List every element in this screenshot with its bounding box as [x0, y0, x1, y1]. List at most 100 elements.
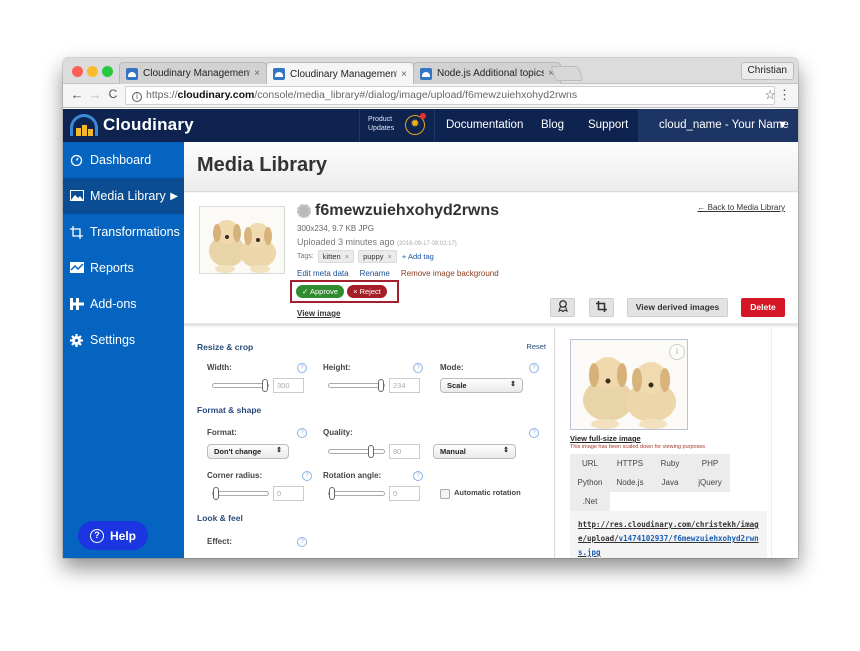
nav-blog[interactable]: Blog	[541, 109, 564, 142]
format-select[interactable]: Don't change ⇕	[207, 444, 289, 459]
help-icon[interactable]: ?	[297, 363, 307, 373]
help-icon[interactable]: ?	[297, 428, 307, 438]
quality-mode-select[interactable]: Manual ⇕	[433, 444, 516, 459]
forward-arrow-icon[interactable]: →	[87, 87, 103, 102]
minimize-window-button[interactable]	[87, 66, 98, 77]
help-icon[interactable]: ?	[413, 471, 423, 481]
asset-public-id: f6mewzuiehxohyd2rwns	[297, 202, 499, 220]
mode-select[interactable]: Scale ⇕	[440, 378, 523, 393]
slider-handle[interactable]	[368, 445, 375, 458]
crop-icon[interactable]	[589, 298, 614, 317]
brand-name: Cloudinary	[103, 115, 194, 134]
rename-link[interactable]: Rename	[360, 269, 390, 278]
height-input[interactable]: 234	[389, 378, 420, 393]
browser-tab[interactable]: Node.js Additional topics | Clo ×	[413, 62, 561, 84]
crop-icon	[70, 226, 84, 239]
help-icon[interactable]: ?	[413, 363, 423, 373]
info-icon[interactable]: i	[132, 92, 142, 102]
award-icon[interactable]	[550, 298, 575, 317]
add-tag-link[interactable]: + Add tag	[402, 252, 434, 261]
nav-documentation[interactable]: Documentation	[446, 109, 523, 142]
preview-image[interactable]: i	[570, 339, 688, 430]
automatic-rotation-checkbox[interactable]	[440, 489, 450, 499]
slider-handle[interactable]	[213, 487, 219, 500]
sidebar-item-media-library[interactable]: Media Library ▶	[63, 178, 184, 214]
sidebar-item-reports[interactable]: Reports	[63, 250, 184, 286]
view-full-size-image-link[interactable]: View full-size image	[570, 434, 641, 443]
cloudinary-logo[interactable]: Cloudinary	[70, 114, 194, 136]
close-window-button[interactable]	[72, 66, 83, 77]
code-tab-java[interactable]: Java	[650, 473, 690, 492]
addons-icon	[70, 298, 84, 310]
delete-button[interactable]: Delete	[741, 298, 785, 317]
code-tab-url[interactable]: URL	[570, 454, 610, 473]
reset-link[interactable]: Reset	[526, 342, 546, 351]
product-updates-button[interactable]: Product Updates ✹	[359, 109, 435, 142]
corner-radius-slider[interactable]	[212, 487, 269, 500]
delivery-url[interactable]: http://res.cloudinary.com/christekh/imag…	[570, 511, 767, 558]
browser-menu-icon[interactable]: ⋮	[778, 87, 791, 103]
reject-button[interactable]: × Reject	[347, 285, 387, 298]
cloudinary-favicon-icon	[126, 67, 138, 80]
help-icon[interactable]: ?	[529, 363, 539, 373]
code-tab-https[interactable]: HTTPS	[610, 454, 650, 473]
asset-thumbnail[interactable]	[199, 206, 285, 274]
height-label: Height:	[323, 363, 351, 372]
automatic-rotation-label[interactable]: Automatic rotation	[454, 488, 521, 497]
zoom-window-button[interactable]	[102, 66, 113, 77]
preview-panel: i View full-size image This image has be…	[556, 328, 798, 558]
help-icon[interactable]: ?	[529, 428, 539, 438]
remove-tag-icon[interactable]: ×	[345, 252, 349, 261]
rotation-input[interactable]: 0	[389, 486, 420, 501]
help-icon[interactable]: ?	[302, 471, 312, 481]
account-menu[interactable]: cloud_name - Your Name ▼	[638, 109, 798, 142]
sidebar-item-dashboard[interactable]: Dashboard	[63, 142, 184, 178]
help-icon[interactable]: ?	[297, 537, 307, 547]
settings-gear-icon[interactable]	[297, 204, 311, 218]
tab-close-icon[interactable]: ×	[254, 68, 260, 79]
browser-tab[interactable]: Cloudinary Management Cons ×	[119, 62, 267, 84]
slider-handle[interactable]	[262, 379, 268, 392]
code-tab-ruby[interactable]: Ruby	[650, 454, 690, 473]
quality-slider[interactable]	[328, 445, 385, 458]
remove-tag-icon[interactable]: ×	[388, 252, 392, 261]
code-tab-jquery[interactable]: jQuery	[690, 473, 730, 492]
back-arrow-icon[interactable]: ←	[69, 87, 85, 102]
app-header: Cloudinary Product Updates ✹ Documentati…	[63, 109, 798, 142]
info-badge-icon[interactable]: i	[669, 344, 685, 360]
slider-handle[interactable]	[329, 487, 335, 500]
view-derived-images-button[interactable]: View derived images	[627, 298, 728, 317]
width-slider[interactable]	[212, 379, 269, 392]
back-to-media-library-link[interactable]: ← Back to Media Library	[697, 203, 785, 212]
code-tab-dotnet[interactable]: .Net	[570, 492, 610, 511]
corner-radius-input[interactable]: 0	[273, 486, 304, 501]
asset-upload-time: Uploaded 3 minutes ago (2016-09-17 09:02…	[297, 237, 457, 247]
address-bar[interactable]: i https://cloudinary.com/console/media_li…	[125, 86, 775, 105]
browser-tab-active[interactable]: Cloudinary Management Cons ×	[266, 62, 414, 85]
profile-button[interactable]: Christian	[740, 62, 794, 80]
remove-background-link[interactable]: Remove image background	[401, 269, 499, 278]
caret-down-icon: ▼	[777, 119, 788, 131]
code-tab-php[interactable]: PHP	[690, 454, 730, 473]
height-slider[interactable]	[328, 379, 385, 392]
help-button[interactable]: ? Help	[78, 521, 148, 550]
code-tab-nodejs[interactable]: Node.js	[610, 473, 650, 492]
width-input[interactable]: 300	[273, 378, 304, 393]
quality-input[interactable]: 80	[389, 444, 420, 459]
sidebar-item-settings[interactable]: Settings	[63, 322, 184, 358]
bookmark-star-icon[interactable]: ☆	[764, 87, 776, 103]
view-image-link[interactable]: View image	[297, 309, 340, 318]
rotation-slider[interactable]	[328, 487, 385, 500]
reload-icon[interactable]: C	[105, 87, 121, 101]
sidebar: Dashboard Media Library ▶ Transformation…	[63, 142, 184, 558]
sidebar-item-transformations[interactable]: Transformations	[63, 214, 184, 250]
new-tab-button[interactable]	[550, 66, 584, 81]
code-tab-python[interactable]: Python	[570, 473, 610, 492]
sidebar-item-add-ons[interactable]: Add-ons	[63, 286, 184, 322]
edit-meta-data-link[interactable]: Edit meta data	[297, 269, 349, 278]
nav-support[interactable]: Support	[588, 109, 628, 142]
transformation-editor: Resize & crop Reset Width: ? 300 Height:…	[184, 328, 555, 558]
tab-close-icon[interactable]: ×	[401, 69, 407, 80]
approve-button[interactable]: ✓ Approve	[296, 285, 344, 298]
slider-handle[interactable]	[378, 379, 384, 392]
